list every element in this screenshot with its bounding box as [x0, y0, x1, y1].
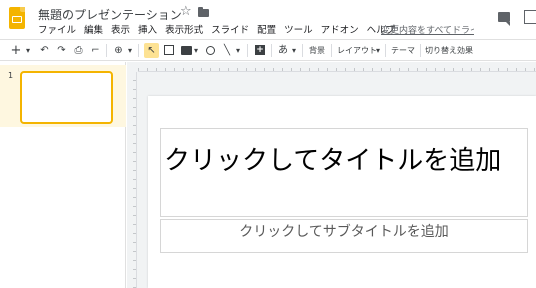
line-dropdown-icon[interactable]: ▾: [234, 43, 242, 58]
zoom-dropdown-icon[interactable]: ▾: [126, 43, 134, 58]
comment-icon[interactable]: [498, 12, 510, 26]
horizontal-ruler[interactable]: [138, 62, 536, 72]
filmstrip-panel: 1: [0, 62, 126, 288]
menu-edit[interactable]: 編集: [84, 24, 103, 38]
undo-icon[interactable]: ↶: [38, 43, 51, 58]
star-icon[interactable]: ☆: [180, 4, 192, 20]
toolbar: + ▾ ↶ ↷ ⎙ ⌐ ⊕ ▾ ↖ ▾ ╲ ▾ + あ ▾ 背景 レイアウト ▾…: [0, 39, 536, 61]
text-box-tool[interactable]: [162, 43, 176, 58]
select-tool-icon[interactable]: ↖: [144, 43, 159, 58]
menu-arrange[interactable]: 配置: [257, 24, 276, 38]
vertical-ruler[interactable]: [127, 72, 137, 288]
paint-format-icon[interactable]: ⌐: [89, 43, 102, 58]
layout-dropdown-icon[interactable]: ▾: [374, 43, 382, 58]
print-icon[interactable]: ⎙: [72, 43, 85, 58]
toolbar-divider: [138, 44, 139, 57]
slide-shape-icon: [12, 16, 22, 23]
layout-button[interactable]: レイアウト: [336, 43, 378, 58]
font-button[interactable]: あ: [276, 43, 290, 58]
folder-icon[interactable]: [198, 7, 209, 17]
menu-file[interactable]: ファイル: [38, 24, 76, 38]
slide-thumbnail[interactable]: [20, 71, 113, 124]
menu-bar: ファイル 編集 表示 挿入 表示形式 スライド 配置 ツール アドオン ヘルプ: [38, 24, 395, 38]
save-status-link[interactable]: 変更内容をすべてドライブに保存しました: [381, 24, 474, 38]
document-title[interactable]: 無題のプレゼンテーション: [38, 6, 182, 23]
shape-tool[interactable]: [203, 43, 217, 58]
text-box-icon: [164, 45, 174, 55]
toolbar-divider: [271, 44, 272, 57]
image-icon: [180, 45, 192, 55]
toolbar-divider: [302, 44, 303, 57]
toolbar-divider: [331, 44, 332, 57]
menu-format[interactable]: 表示形式: [165, 24, 203, 38]
menu-addons[interactable]: アドオン: [321, 24, 359, 38]
menu-tools[interactable]: ツール: [284, 24, 313, 38]
toolbar-divider: [247, 44, 248, 57]
subtitle-placeholder-text: クリックしてサブタイトルを追加: [239, 224, 449, 240]
new-slide-button[interactable]: +: [10, 43, 22, 58]
menu-insert[interactable]: 挿入: [138, 24, 157, 38]
image-tool[interactable]: [179, 43, 193, 58]
theme-button[interactable]: テーマ: [390, 43, 416, 58]
filmstrip-slide-item[interactable]: 1: [0, 65, 126, 127]
line-tool-icon[interactable]: ╲: [221, 43, 233, 58]
redo-icon[interactable]: ↷: [55, 43, 68, 58]
toolbar-divider: [385, 44, 386, 57]
menu-slide[interactable]: スライド: [211, 24, 249, 38]
insert-comment-tool[interactable]: +: [253, 43, 267, 58]
add-comment-icon: +: [255, 45, 265, 55]
toolbar-divider: [106, 44, 107, 57]
zoom-icon[interactable]: ⊕: [112, 43, 125, 58]
slides-logo-icon[interactable]: [9, 7, 25, 29]
background-button[interactable]: 背景: [307, 43, 327, 58]
title-placeholder-box[interactable]: クリックしてタイトルを追加: [160, 128, 528, 217]
subtitle-placeholder-box[interactable]: クリックしてサブタイトルを追加: [160, 219, 528, 253]
image-dropdown-icon[interactable]: ▾: [192, 43, 200, 58]
slide-number: 1: [8, 71, 14, 80]
toolbar-divider: [420, 44, 421, 57]
title-placeholder-text: クリックしてタイトルを追加: [164, 146, 502, 176]
present-icon[interactable]: [524, 10, 536, 24]
new-slide-dropdown-icon[interactable]: ▾: [24, 43, 32, 58]
menu-view[interactable]: 表示: [111, 24, 130, 38]
font-dropdown-icon[interactable]: ▾: [290, 43, 298, 58]
transition-button[interactable]: 切り替え効果: [425, 43, 473, 58]
shape-icon: [205, 45, 215, 55]
